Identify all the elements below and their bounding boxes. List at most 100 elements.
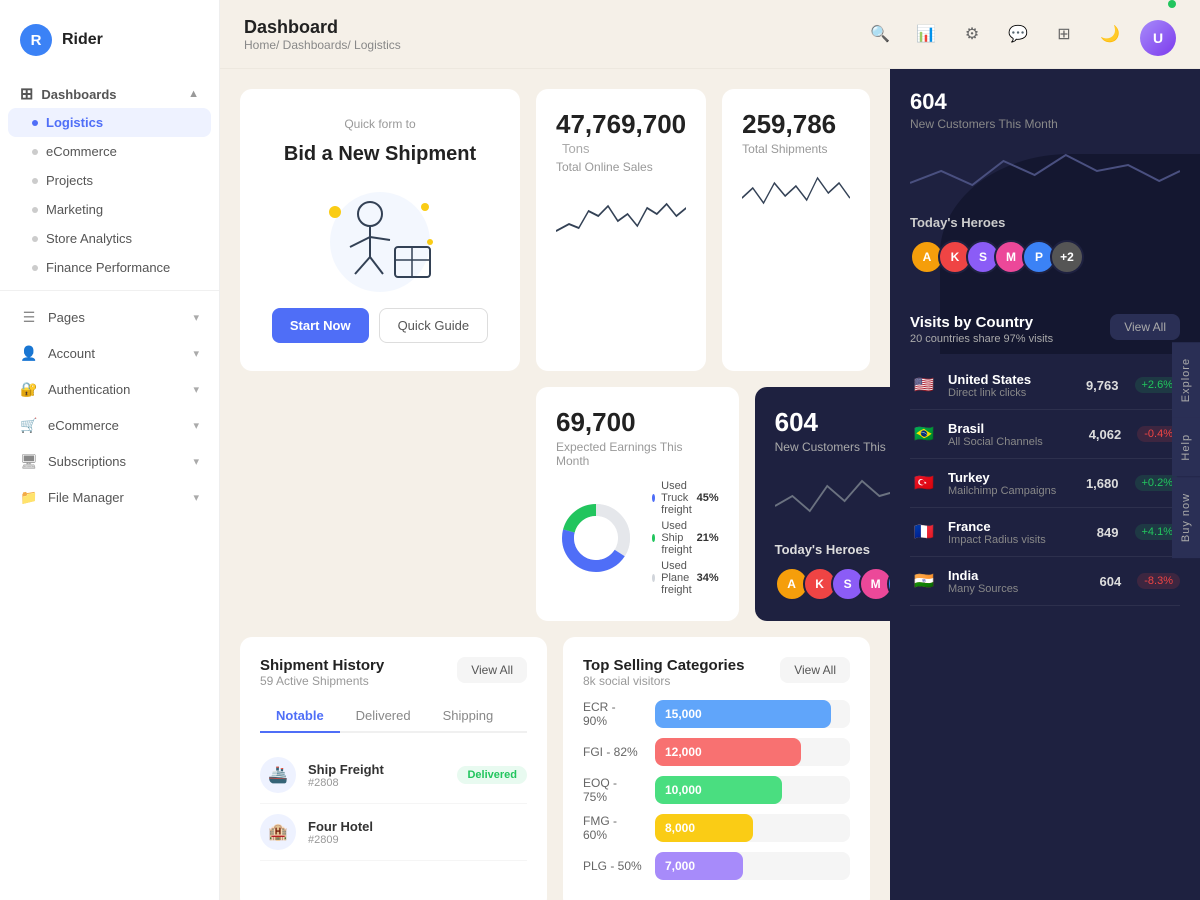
search-icon[interactable]: 🔍: [864, 18, 896, 50]
sidebar-item-ecommerce2[interactable]: 🛒 eCommerce ▾: [0, 407, 219, 443]
customers-chart: [775, 466, 890, 526]
visit-count: 9,763: [1086, 378, 1119, 393]
visit-change: -8.3%: [1137, 573, 1180, 589]
buy-now-tab[interactable]: Buy now: [1172, 477, 1200, 558]
visit-country: France: [948, 519, 1087, 534]
bar-row-1: FGI - 82% 12,000: [583, 738, 850, 766]
sidebar-item-subscriptions[interactable]: 🖥 Subscriptions ▾: [0, 443, 219, 479]
right-panel-top: 604 New Customers This Month Today's Her…: [890, 69, 1200, 294]
chevron-down-icon: ▾: [193, 455, 199, 468]
ship-label: Used Ship freight: [661, 520, 696, 556]
donut-legend: Used Truck freight 45% Used Ship freight…: [652, 480, 719, 596]
tab-notable[interactable]: Notable: [260, 700, 340, 731]
visits-view-all[interactable]: View All: [1110, 314, 1180, 340]
quick-guide-button[interactable]: Quick Guide: [379, 308, 489, 343]
start-now-button[interactable]: Start Now: [272, 308, 369, 343]
shipment-view-all[interactable]: View All: [457, 657, 527, 683]
flag-france: 🇫🇷: [910, 518, 938, 546]
dark-mode-icon[interactable]: 🌙: [1094, 18, 1126, 50]
shipment-header: Shipment History 59 Active Shipments Vie…: [260, 657, 527, 688]
breadcrumb: Home/ Dashboards/ Logistics: [244, 38, 401, 52]
bar-fill: 15,000: [655, 700, 831, 728]
sales-chart: [556, 186, 686, 246]
sidebar-item-logistics[interactable]: Logistics: [8, 108, 211, 137]
dot: [32, 265, 38, 271]
sidebar-item-projects[interactable]: Projects: [0, 166, 219, 195]
sidebar-item-ecommerce[interactable]: eCommerce: [0, 137, 219, 166]
right-panel: 604 New Customers This Month Today's Her…: [890, 69, 1200, 900]
grid-icon[interactable]: ⊞: [1048, 18, 1080, 50]
bar-fill: 10,000: [655, 776, 782, 804]
shipment-item-2: 🏨 Four Hotel #2809: [260, 804, 527, 861]
visit-row-3: 🇫🇷 France Impact Radius visits 849 +4.1%: [910, 508, 1180, 557]
shipments-label: Total Shipments: [742, 142, 850, 156]
shipment-title: Shipment History: [260, 657, 384, 674]
bar-row-4: PLG - 50% 7,000: [583, 852, 850, 880]
legend-ship: Used Ship freight 21%: [652, 520, 719, 556]
chevron-down-icon: ▾: [193, 491, 199, 504]
truck-dot: [652, 494, 655, 502]
tab-shipping[interactable]: Shipping: [427, 700, 510, 731]
sidebar-item-finance[interactable]: Finance Performance: [0, 253, 219, 282]
bar-label: ECR - 90%: [583, 700, 643, 728]
topbar-right: 🔍 📊 ⚙ 💬 ⊞ 🌙 U: [864, 12, 1176, 56]
bar-track: 15,000: [655, 700, 850, 728]
dot: [32, 149, 38, 155]
chart-icon[interactable]: 📊: [910, 18, 942, 50]
bar-track: 12,000: [655, 738, 850, 766]
sidebar-item-account[interactable]: 👤 Account ▾: [0, 335, 219, 371]
sidebar-item-auth[interactable]: 🔐 Authentication ▾: [0, 371, 219, 407]
dot: [32, 178, 38, 184]
ecommerce-icon: 🛒: [20, 416, 38, 434]
bar-fill: 7,000: [655, 852, 743, 880]
flag-turkey: 🇹🇷: [910, 469, 938, 497]
status-badge-1: Delivered: [457, 766, 527, 784]
right-side-tabs: Explore Help Buy now: [1172, 342, 1200, 558]
help-tab[interactable]: Help: [1172, 418, 1200, 477]
hero-subtitle: Quick form to: [344, 117, 415, 131]
online-indicator: [1168, 0, 1176, 8]
user-avatar[interactable]: U: [1140, 20, 1176, 56]
visit-country: Turkey: [948, 470, 1076, 485]
hero-avatar-4: M: [859, 567, 890, 601]
auth-icon: 🔐: [20, 380, 38, 398]
visits-title: Visits by Country: [910, 314, 1053, 331]
sales-label: Total Online Sales: [556, 160, 686, 174]
ship-icon: 🚢: [260, 757, 296, 793]
customers-value: 604: [775, 407, 890, 438]
visit-info: Brasil All Social Channels: [948, 421, 1079, 448]
rp-heroes-label: Today's Heroes: [910, 215, 1180, 230]
sidebar-item-store-analytics[interactable]: Store Analytics: [0, 224, 219, 253]
visit-source: Impact Radius visits: [948, 534, 1087, 546]
settings-icon[interactable]: ⚙: [956, 18, 988, 50]
chat-icon[interactable]: 💬: [1002, 18, 1034, 50]
explore-tab[interactable]: Explore: [1172, 342, 1200, 418]
dot: [32, 207, 38, 213]
sidebar-item-marketing[interactable]: Marketing: [0, 195, 219, 224]
visit-info: United States Direct link clicks: [948, 372, 1076, 399]
rp-customers-label: New Customers This Month: [910, 117, 1180, 131]
top-selling-view-all[interactable]: View All: [780, 657, 850, 683]
top-selling-header: Top Selling Categories 8k social visitor…: [583, 657, 850, 688]
dashboards-section[interactable]: ⊞ Dashboards ▲: [0, 76, 219, 108]
sidebar-item-pages[interactable]: ☰ Pages ▾: [0, 299, 219, 335]
logo[interactable]: R Rider: [0, 16, 219, 76]
visit-row-2: 🇹🇷 Turkey Mailchimp Campaigns 1,680 +0.2…: [910, 459, 1180, 508]
visit-row-4: 🇮🇳 India Many Sources 604 -8.3%: [910, 557, 1180, 606]
earnings-label: Expected Earnings This Month: [556, 440, 719, 468]
ship-dot: [652, 534, 655, 542]
shipment-id-2: #2809: [308, 834, 527, 846]
visit-row-0: 🇺🇸 United States Direct link clicks 9,76…: [910, 361, 1180, 410]
visit-country: India: [948, 568, 1090, 583]
sidebar-item-filemanager[interactable]: 📁 File Manager ▾: [0, 479, 219, 515]
visit-count: 604: [1100, 574, 1122, 589]
tab-delivered[interactable]: Delivered: [340, 700, 427, 731]
content-area: Quick form to Bid a New Shipment: [220, 69, 1200, 900]
flag-united states: 🇺🇸: [910, 371, 938, 399]
chevron-up-icon: ▲: [188, 88, 199, 100]
flag-india: 🇮🇳: [910, 567, 938, 595]
ship-pct: 21%: [697, 532, 719, 544]
bar-chart: ECR - 90% 15,000 FGI - 82% 12,000 EOQ - …: [583, 700, 850, 880]
donut-area: Used Truck freight 45% Used Ship freight…: [556, 480, 719, 596]
plane-dot: [652, 574, 655, 582]
